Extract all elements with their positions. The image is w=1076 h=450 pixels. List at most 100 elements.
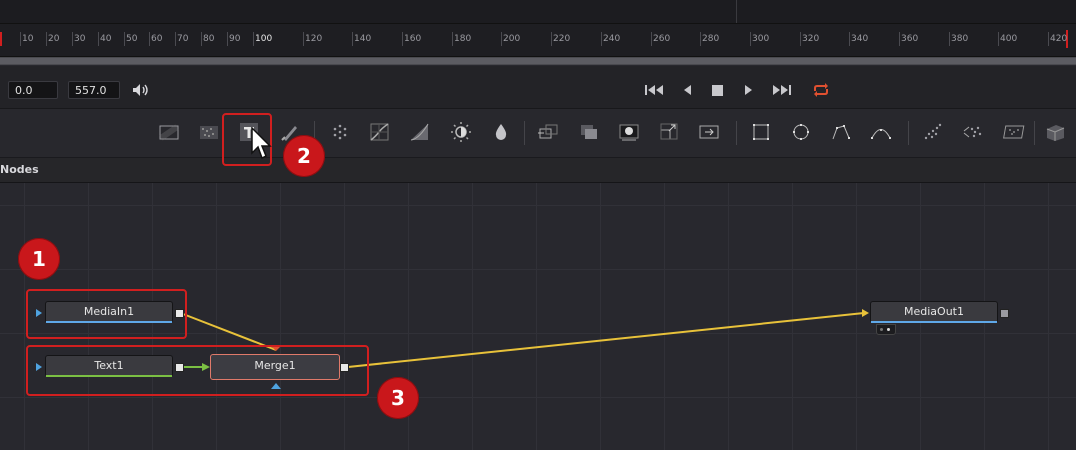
ruler-tick-label: 10: [22, 34, 34, 44]
ruler-tick: [402, 32, 403, 46]
ruler-tick: [551, 32, 552, 46]
playhead[interactable]: [0, 32, 2, 46]
ruler-tick: [303, 32, 304, 46]
play-icon[interactable]: [739, 81, 759, 99]
ruler-tick: [800, 32, 801, 46]
step-badge-2: 2: [283, 135, 325, 177]
blur-tool-icon[interactable]: [488, 119, 514, 145]
start-time-field[interactable]: [8, 81, 58, 99]
ruler-tick: [452, 32, 453, 46]
toolbar-separator: [524, 121, 525, 145]
ruler-tick-label: 30: [74, 34, 86, 44]
merge-to-mediaout-link[interactable]: [347, 312, 865, 368]
ruler-tick-label: 300: [752, 34, 770, 44]
color-curves-tool-icon[interactable]: [367, 119, 393, 145]
ruler-tick: [124, 32, 125, 46]
time-ruler[interactable]: 10 20 30 40 50 60 70 80 90 100 120 140 160 180 200 220 2…: [0, 24, 1076, 57]
ruler-tick-label: 240: [603, 34, 621, 44]
ruler-tick: [46, 32, 47, 46]
polygon-mask-tool-icon[interactable]: [828, 119, 854, 145]
ruler-tick: [700, 32, 701, 46]
skip-to-end-icon[interactable]: [771, 81, 791, 99]
ruler-tick: [201, 32, 202, 46]
ruler-tick: [899, 32, 900, 46]
particle-render-tool-icon[interactable]: [960, 119, 986, 145]
ruler-tick: [72, 32, 73, 46]
shape-3d-tool-icon[interactable]: [1000, 119, 1026, 145]
ruler-tick-label: 360: [901, 34, 919, 44]
top-bar: [0, 0, 1076, 24]
ruler-tick: [601, 32, 602, 46]
background-tool-icon[interactable]: [156, 119, 182, 145]
end-time-field[interactable]: [68, 81, 120, 99]
ruler-tick-label: 320: [802, 34, 820, 44]
play-reverse-icon[interactable]: [678, 81, 698, 99]
text-merge-highlight: [26, 345, 369, 396]
toolbar-separator: [908, 121, 909, 145]
ruler-tick: [998, 32, 999, 46]
ruler-tick-label: 120: [305, 34, 323, 44]
mediaout-node[interactable]: MediaOut1: [870, 301, 998, 323]
ruler-tick: [20, 32, 21, 46]
rectangle-mask-tool-icon[interactable]: [748, 119, 774, 145]
timeline-scrollbar[interactable]: [0, 57, 1076, 65]
ruler-tick-label: 80: [203, 34, 215, 44]
ellipse-mask-tool-icon[interactable]: [788, 119, 814, 145]
ruler-tick: [849, 32, 850, 46]
ruler-tick-label: 160: [404, 34, 422, 44]
step-badge-1: 1: [18, 238, 60, 280]
view-toggle-icon[interactable]: [876, 324, 896, 335]
ruler-tick: [651, 32, 652, 46]
particle-emitter-tool-icon[interactable]: [920, 119, 946, 145]
ruler-tick: [175, 32, 176, 46]
ruler-tick: [253, 32, 254, 46]
loop-icon[interactable]: [810, 81, 830, 99]
ruler-tick-label: 140: [354, 34, 372, 44]
ruler-tick-label: 340: [851, 34, 869, 44]
ruler-tick: [750, 32, 751, 46]
transport-bar: [0, 66, 1076, 109]
ruler-tick-label: 20: [48, 34, 60, 44]
ruler-tick-label: 380: [951, 34, 969, 44]
renderer-3d-tool-icon[interactable]: [1042, 119, 1068, 145]
ruler-tick-label: 70: [177, 34, 189, 44]
ruler-tick-label: 280: [702, 34, 720, 44]
channel-booleans-tool-icon[interactable]: [536, 119, 562, 145]
toolbar-separator: [736, 121, 737, 145]
particles-tool-icon[interactable]: [327, 119, 353, 145]
matte-control-tool-icon[interactable]: [616, 119, 642, 145]
ruler-tick: [1048, 32, 1049, 46]
step-badge-3: 3: [377, 377, 419, 419]
ruler-tick-label: 400: [1000, 34, 1018, 44]
resize-tool-icon[interactable]: [656, 119, 682, 145]
ruler-tick: [949, 32, 950, 46]
mediaout-output-port[interactable]: [1000, 309, 1009, 318]
speaker-icon[interactable]: [130, 81, 150, 99]
ruler-tick: [227, 32, 228, 46]
ruler-tick-label: 40: [100, 34, 112, 44]
ruler-tick: [501, 32, 502, 46]
ruler-tick-label: 60: [151, 34, 163, 44]
ruler-tick: [98, 32, 99, 46]
tool-toolbar: [0, 109, 1076, 158]
dissolve-tool-icon[interactable]: [576, 119, 602, 145]
mediaout-input-arrow: [862, 309, 869, 317]
transform-tool-icon[interactable]: [696, 119, 722, 145]
brightness-contrast-tool-icon[interactable]: [407, 119, 433, 145]
color-corrector-tool-icon[interactable]: [448, 119, 474, 145]
ruler-tick-label: 220: [553, 34, 571, 44]
toolbar-separator: [1034, 121, 1035, 145]
skip-to-start-icon[interactable]: [643, 81, 663, 99]
ruler-tick-label: 200: [503, 34, 521, 44]
fast-noise-tool-icon[interactable]: [196, 119, 222, 145]
mediaout-node-label: MediaOut1: [904, 305, 964, 318]
ruler-tick-label: 50: [126, 34, 138, 44]
bspline-mask-tool-icon[interactable]: [868, 119, 894, 145]
stop-icon[interactable]: [708, 81, 728, 99]
mediain-highlight: [26, 289, 187, 339]
panel-title: Nodes: [0, 163, 39, 176]
ruler-tick: [149, 32, 150, 46]
ruler-tick-label: 260: [653, 34, 671, 44]
ruler-tick-label: 180: [454, 34, 472, 44]
ruler-tick-label: 90: [229, 34, 241, 44]
